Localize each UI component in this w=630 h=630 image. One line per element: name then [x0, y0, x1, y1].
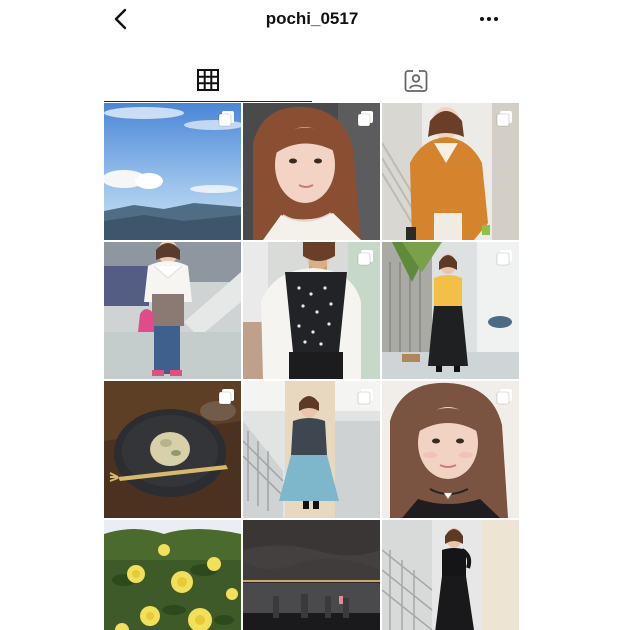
more-horizontal-icon: [480, 17, 498, 21]
post-tile[interactable]: [382, 242, 519, 379]
tab-tagged[interactable]: [312, 60, 520, 102]
tab-posts-grid[interactable]: [104, 60, 312, 102]
profile-header: pochi_0517: [104, 0, 520, 40]
post-tile[interactable]: [104, 520, 241, 630]
tagged-user-icon: [404, 69, 428, 92]
post-tile[interactable]: [104, 103, 241, 240]
profile-username: pochi_0517: [265, 9, 359, 28]
multiple-photos-icon: [357, 111, 373, 127]
post-tile[interactable]: [104, 381, 241, 518]
more-options-button[interactable]: [476, 8, 502, 30]
post-tile[interactable]: [104, 242, 241, 379]
post-photo-yellow-roses: [104, 520, 241, 630]
post-tile[interactable]: [243, 520, 380, 630]
multiple-photos-icon: [357, 389, 373, 405]
post-photo-night-sky: [243, 520, 380, 630]
post-tile[interactable]: [382, 520, 519, 630]
posts-grid: [104, 103, 520, 630]
post-photo-black-dress: [382, 520, 519, 630]
grid-icon: [197, 69, 219, 91]
multiple-photos-icon: [496, 389, 512, 405]
profile-tabs: [104, 60, 520, 102]
post-tile[interactable]: [243, 242, 380, 379]
multiple-photos-icon: [496, 111, 512, 127]
active-tab-indicator: [104, 100, 312, 102]
post-tile[interactable]: [243, 381, 380, 518]
post-tile[interactable]: [243, 103, 380, 240]
profile-page: pochi_0517: [0, 0, 630, 630]
post-tile[interactable]: [382, 103, 519, 240]
post-tile[interactable]: [382, 381, 519, 518]
post-photo-frill-blouse: [104, 242, 241, 379]
multiple-photos-icon: [496, 250, 512, 266]
multiple-photos-icon: [218, 111, 234, 127]
multiple-photos-icon: [218, 389, 234, 405]
multiple-photos-icon: [357, 250, 373, 266]
